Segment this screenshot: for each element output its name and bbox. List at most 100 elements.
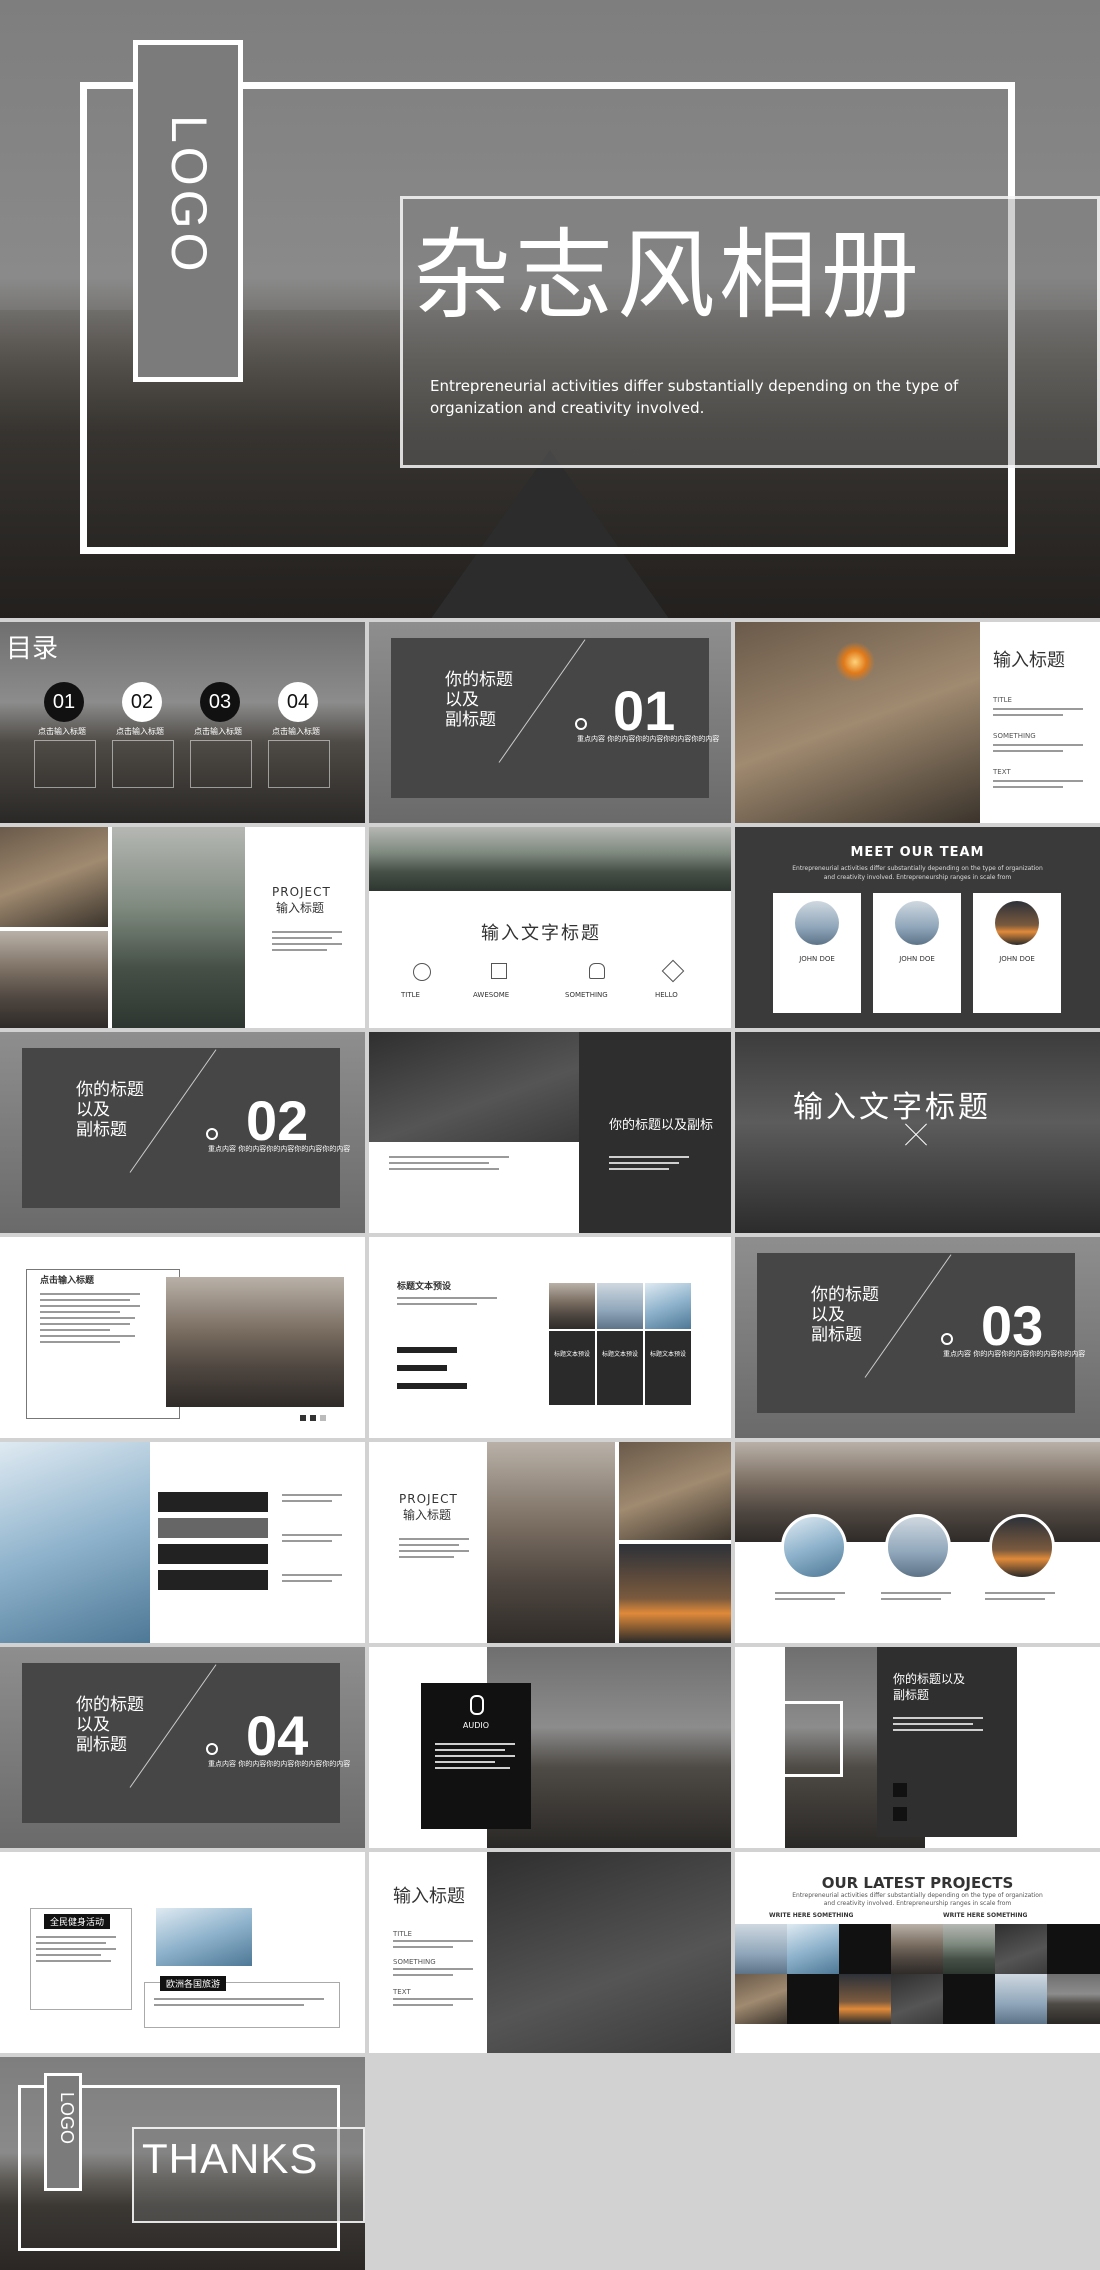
hood-title: 你的标题以及副标 — [609, 1118, 714, 1133]
river-photo — [112, 827, 245, 1028]
circles-slide[interactable] — [735, 1442, 1100, 1643]
hood-slide[interactable]: 你的标题以及副标 — [369, 1032, 731, 1233]
audio-panel: AUDIO — [421, 1683, 531, 1829]
team-card-3[interactable]: JOHN DOE — [973, 893, 1061, 1013]
tour-label: 欧洲各国旅游 — [160, 1976, 227, 1991]
team-card-2[interactable]: JOHN DOE — [873, 893, 961, 1013]
project-slide[interactable]: PROJECT 输入标题 — [0, 827, 365, 1028]
team-slide[interactable]: MEET OUR TEAM Entrepreneurial activities… — [735, 827, 1100, 1028]
icon-row-slide[interactable]: 输入文字标题 TITLE AWESOME SOMETHING HELLO — [369, 827, 731, 1028]
section-title-2: 你的标题 以及 副标题 — [76, 1080, 144, 1140]
tile-dark-2[interactable]: 标题文本预设 — [597, 1331, 643, 1405]
bedroom-title: 输入文字标题 — [793, 1090, 991, 1125]
logo-text: LOGO — [161, 115, 217, 276]
section-slide-04[interactable]: 你的标题 以及 副标题 04 重点内容 你的内容你的内容你的内容你的内容 — [0, 1647, 365, 1848]
bar-2 — [397, 1365, 447, 1371]
audio-label: AUDIO — [462, 1721, 490, 1730]
page-dot-2[interactable] — [310, 1415, 316, 1421]
meta-text-2: TEXT — [393, 1988, 411, 1996]
section-sub: 重点内容 你的内容你的内容你的内容你的内容 — [577, 735, 720, 743]
arrow-bar-4[interactable] — [158, 1570, 268, 1590]
title-panel: 杂志风相册 Entrepreneurial activities differ … — [400, 196, 1100, 468]
dot-marker — [206, 1743, 218, 1755]
write-here-1: WRITE HERE SOMETHING — [769, 1912, 854, 1919]
member-name: JOHN DOE — [999, 955, 1035, 963]
section-title-4: 你的标题 以及 副标题 — [76, 1695, 144, 1755]
bar-3 — [397, 1383, 467, 1389]
frame-slide[interactable]: 你的标题以及 副标题 — [735, 1647, 1100, 1848]
frame-title: 你的标题以及 副标题 — [893, 1672, 966, 1702]
toc-label-4: 点击输入标题 — [272, 727, 320, 736]
grid-photo-6 — [735, 1974, 787, 2024]
audio-slide[interactable]: AUDIO — [369, 1647, 731, 1848]
tile-photo-2 — [597, 1283, 643, 1329]
feet-slide[interactable]: 输入标题 TITLE SOMETHING TEXT — [369, 1852, 731, 2053]
street-photo-2 — [487, 1442, 615, 1643]
feet-title: 输入标题 — [393, 1886, 465, 1907]
meta-text: TEXT — [993, 768, 1011, 776]
arrow-bar-3[interactable] — [158, 1544, 268, 1564]
cover-slide[interactable]: LOGO 杂志风相册 Entrepreneurial activities di… — [0, 0, 1100, 618]
section-sub: 重点内容 你的内容你的内容你的内容你的内容 — [208, 1145, 351, 1153]
plane-photo — [619, 1544, 731, 1643]
sparkler-slide[interactable]: 输入标题 TITLE SOMETHING TEXT — [735, 622, 1100, 823]
grid-photo-10 — [1047, 1974, 1100, 2024]
write-here-2: WRITE HERE SOMETHING — [943, 1912, 1028, 1919]
team-title: MEET OUR TEAM — [850, 845, 985, 860]
section-title-3: 你的标题 以及 副标题 — [811, 1285, 879, 1345]
arrow-bar-1[interactable] — [158, 1492, 268, 1512]
dot-marker — [941, 1333, 953, 1345]
section-slide-02[interactable]: 你的标题 以及 副标题 02 重点内容 你的内容你的内容你的内容你的内容 — [0, 1032, 365, 1233]
preset-title: 标题文本预设 — [397, 1282, 452, 1292]
grid-photo-4 — [943, 1924, 995, 1974]
glass-building-photo — [156, 1908, 252, 1966]
grid-tile-dark-4 — [943, 1974, 995, 2024]
slide-input-title: 输入标题 — [993, 650, 1065, 671]
page-dot-3[interactable] — [320, 1415, 326, 1421]
bar-1 — [397, 1347, 457, 1353]
tile-label-1: 标题文本预设 — [553, 1351, 590, 1358]
fitness-label: 全民健身活动 — [44, 1914, 111, 1929]
sparkler-photo — [735, 622, 980, 823]
tile-dark-1[interactable]: 标题文本预设 — [549, 1331, 595, 1405]
grid-photo-7 — [839, 1974, 891, 2024]
toc-card-3 — [190, 740, 252, 788]
page-dot-1[interactable] — [300, 1415, 306, 1421]
bedroom-slide[interactable]: 输入文字标题 — [735, 1032, 1100, 1233]
icon-label-3: SOMETHING — [565, 991, 608, 999]
cover-title: 杂志风相册 — [413, 219, 924, 333]
section-slide-03[interactable]: 你的标题 以及 副标题 03 重点内容 你的内容你的内容你的内容你的内容 — [735, 1237, 1100, 1438]
avatar — [995, 901, 1039, 945]
toc-num-4: 04 — [278, 682, 318, 722]
project-cn-2: 输入标题 — [403, 1508, 452, 1522]
fitness-slide[interactable]: 全民健身活动 欧洲各国旅游 — [0, 1852, 365, 2053]
toc-label-2: 点击输入标题 — [116, 727, 164, 736]
arrow-bar-2[interactable] — [158, 1518, 268, 1538]
tile-dark-3[interactable]: 标题文本预设 — [645, 1331, 691, 1405]
team-card-1[interactable]: JOHN DOE — [773, 893, 861, 1013]
arrows-slide[interactable] — [0, 1442, 365, 1643]
tiles-slide[interactable]: 标题文本预设 标题文本预设 标题文本预设 标题文本预设 — [369, 1237, 731, 1438]
project-slide-2[interactable]: PROJECT 输入标题 — [369, 1442, 731, 1643]
tile-photo-1 — [549, 1283, 595, 1329]
logo-box[interactable]: LOGO — [133, 40, 243, 382]
meta-title-2: TITLE — [393, 1930, 412, 1938]
grid-photo-8 — [891, 1974, 943, 2024]
team-sub-2: and creativity involved. Entrepreneurshi… — [823, 874, 1012, 881]
thanks-slide[interactable]: LOGO THANKS — [0, 2057, 365, 2270]
layers-icon — [661, 959, 685, 983]
toc-title: 目录 — [6, 634, 59, 664]
icon-label-1: TITLE — [401, 991, 420, 999]
square-bullet-1 — [893, 1783, 907, 1797]
latest-slide[interactable]: OUR LATEST PROJECTS Entrepreneurial acti… — [735, 1852, 1100, 2053]
grid-photo-9 — [995, 1974, 1047, 2024]
street-photo — [0, 931, 108, 1028]
section-slide-01[interactable]: 你的标题 以及 副标题 01 重点内容 你的内容你的内容你的内容你的内容 — [369, 622, 731, 823]
white-frame — [777, 1701, 843, 1777]
icon-label-2: AWESOME — [473, 991, 510, 999]
street-text-slide[interactable]: 点击输入标题 — [0, 1237, 365, 1438]
thanks-logo: LOGO — [57, 2092, 77, 2145]
avatar — [795, 901, 839, 945]
toc-slide[interactable]: 目录 01 点击输入标题 02 点击输入标题 03 点击输入标题 04 点击输入… — [0, 622, 365, 823]
sun-icon — [413, 963, 431, 981]
